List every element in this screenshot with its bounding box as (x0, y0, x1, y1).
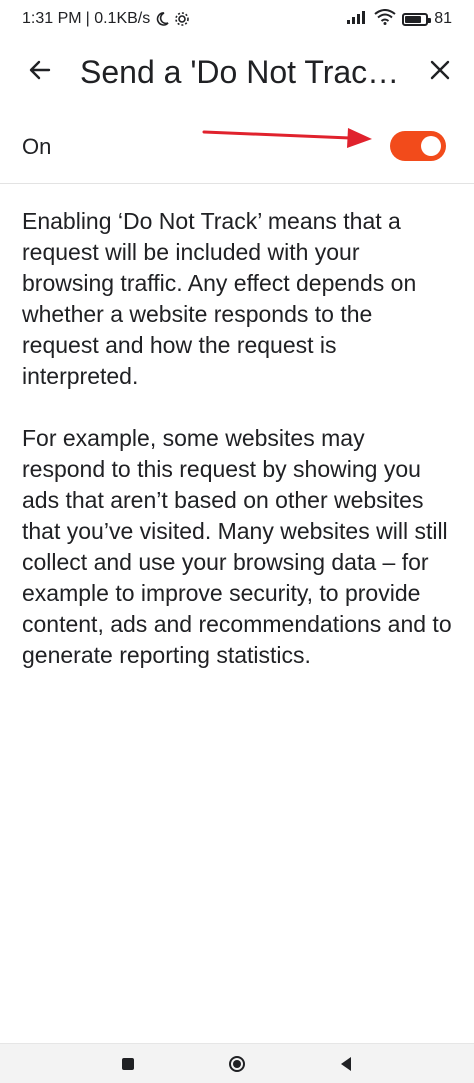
description: Enabling ‘Do Not Track’ means that a req… (22, 206, 452, 702)
battery-icon (402, 12, 432, 26)
signal-icon (346, 9, 368, 30)
network-speed: | 0.1KB/s (85, 10, 151, 27)
status-bar: 1:31 PM | 0.1KB/s 81 (0, 0, 474, 38)
toolbar: Send a 'Do Not Track' request (0, 40, 474, 104)
close-icon (429, 59, 451, 86)
status-right: 81 (346, 8, 452, 30)
description-paragraph-2: For example, some websites may respond t… (22, 425, 452, 668)
back-triangle-icon[interactable] (336, 1054, 356, 1074)
close-button[interactable] (420, 52, 460, 92)
status-left: 1:31 PM | 0.1KB/s (22, 10, 190, 28)
recents-square-icon[interactable] (118, 1054, 138, 1074)
page-title: Send a 'Do Not Track' request (80, 54, 410, 90)
switch-knob (421, 136, 441, 156)
description-paragraph-1: Enabling ‘Do Not Track’ means that a req… (22, 208, 417, 389)
do-not-track-toggle-row[interactable]: On (0, 112, 474, 184)
gear-icon (174, 11, 190, 27)
arrow-back-icon (27, 57, 53, 88)
moon-icon (154, 11, 170, 27)
status-time: 1:31 PM (22, 10, 82, 27)
back-button[interactable] (20, 52, 60, 92)
annotation-arrow (200, 122, 380, 152)
wifi-icon (374, 8, 396, 30)
system-nav-bar (0, 1043, 474, 1083)
toggle-label: On (22, 134, 52, 159)
do-not-track-switch[interactable] (390, 131, 446, 161)
battery-percent: 81 (434, 10, 452, 27)
home-circle-icon[interactable] (227, 1054, 247, 1074)
